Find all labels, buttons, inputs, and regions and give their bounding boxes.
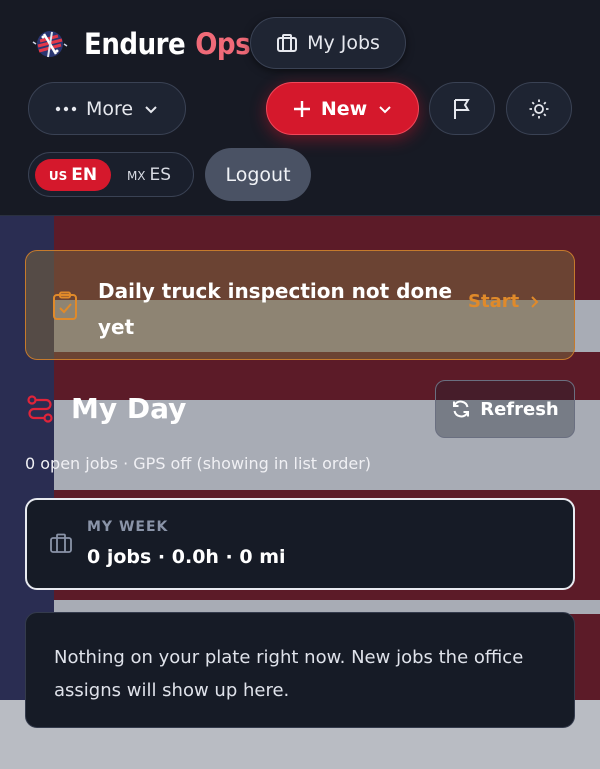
new-label: New <box>320 97 368 120</box>
my-day-header: My Day <box>25 392 186 425</box>
start-inspection-link[interactable]: Start <box>468 291 539 312</box>
my-jobs-button[interactable]: My Jobs <box>250 17 406 69</box>
refresh-label: Refresh <box>480 398 559 420</box>
language-switcher: US EN MX ES <box>28 152 194 197</box>
chevron-down-icon <box>143 104 159 114</box>
my-week-label: MY WEEK <box>87 519 169 535</box>
briefcase-icon <box>49 532 73 558</box>
my-week-card[interactable]: MY WEEK 0 jobs · 0.0h · 0 mi <box>25 498 575 590</box>
main-content: Daily truck inspection not done yet Star… <box>0 216 600 769</box>
flag-code-us: US <box>48 168 68 183</box>
sun-icon <box>528 98 550 120</box>
empty-jobs-card: Nothing on your plate right now. New job… <box>25 612 575 728</box>
alert-message: Daily truck inspection not done yet <box>98 279 453 339</box>
plus-icon <box>292 99 312 119</box>
logo-icon <box>32 31 68 58</box>
chevron-right-icon <box>529 295 539 309</box>
ellipsis-icon <box>55 106 77 112</box>
inspection-alert: Daily truck inspection not done yet Star… <box>25 250 575 360</box>
language-code-es: ES <box>149 164 172 185</box>
my-week-summary: 0 jobs · 0.0h · 0 mi <box>87 546 286 568</box>
route-icon <box>25 394 55 424</box>
brand[interactable]: Endure Ops <box>30 24 251 64</box>
my-day-title: My Day <box>71 392 187 425</box>
my-day-subtitle: 0 open jobs · GPS off (showing in list o… <box>25 454 372 473</box>
flag-icon <box>451 97 473 121</box>
language-option-es[interactable]: MX ES <box>111 159 187 191</box>
refresh-button[interactable]: Refresh <box>435 380 575 438</box>
chevron-down-icon <box>377 104 393 114</box>
report-flag-button[interactable] <box>429 82 495 135</box>
my-jobs-label: My Jobs <box>307 32 380 54</box>
briefcase-icon <box>276 33 298 53</box>
brand-word-2: Ops <box>195 27 251 61</box>
logout-button[interactable]: Logout <box>205 148 311 201</box>
clipboard-check-icon <box>52 291 78 325</box>
language-option-en[interactable]: US EN <box>35 158 111 191</box>
empty-state-message: Nothing on your plate right now. New job… <box>54 647 524 701</box>
start-label: Start <box>468 291 520 312</box>
more-menu-button[interactable]: More <box>28 82 186 135</box>
more-label: More <box>85 97 134 120</box>
language-code-en: EN <box>71 164 98 185</box>
new-button[interactable]: New <box>266 82 419 135</box>
theme-toggle-button[interactable] <box>506 82 572 135</box>
brand-word-1: Endure <box>84 27 186 61</box>
refresh-icon <box>451 399 471 419</box>
top-header: Endure Ops My Jobs More New US EN MX ES … <box>0 0 600 216</box>
flag-code-mx: MX <box>126 168 146 183</box>
brand-name: Endure Ops <box>84 27 251 61</box>
logout-label: Logout <box>225 163 291 186</box>
